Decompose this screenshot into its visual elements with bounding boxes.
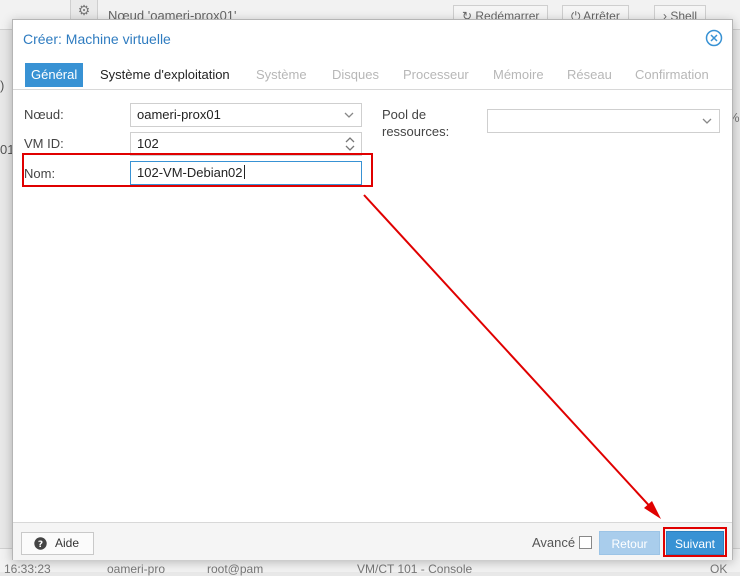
advanced-label: Avancé (532, 535, 576, 550)
log-description: VM/CT 101 - Console (357, 562, 473, 576)
help-label: Aide (55, 536, 80, 550)
tab-system[interactable]: Système (256, 63, 307, 87)
background-fragment: ) (0, 78, 5, 93)
pool-label: Pool de (382, 107, 427, 122)
tab-cpu[interactable]: Processeur (403, 63, 469, 87)
dialog-header: Créer: Machine virtuelle (13, 20, 732, 58)
log-user: root@pam (207, 562, 264, 576)
tab-os[interactable]: Système d'exploitation (100, 63, 230, 87)
close-icon[interactable] (705, 29, 723, 47)
pool-select[interactable] (487, 109, 720, 133)
dialog-footer: ? Aide Avancé Retour Suivant (13, 522, 732, 560)
tab-memory[interactable]: Mémoire (493, 63, 544, 87)
spinner-arrows-icon[interactable] (344, 134, 356, 154)
pool-label-line2: ressources: (382, 124, 450, 139)
tab-general[interactable]: Général (25, 63, 84, 87)
help-icon: ? (34, 537, 47, 550)
tab-confirmation[interactable]: Confirmation (635, 63, 709, 87)
node-value: oameri-prox01 (137, 107, 221, 122)
wizard-tabs: Général Système d'exploitation Système D… (13, 60, 732, 90)
next-highlight-box (663, 527, 727, 557)
log-status: OK (710, 562, 728, 576)
help-button[interactable]: ? Aide (21, 532, 94, 555)
tab-network[interactable]: Réseau (567, 63, 612, 87)
create-vm-dialog: Créer: Machine virtuelle Général Système… (12, 19, 733, 560)
tab-disks[interactable]: Disques (332, 63, 379, 87)
log-node: oameri-pro (107, 562, 166, 576)
chevron-down-icon (344, 112, 354, 118)
node-select[interactable]: oameri-prox01 (130, 103, 362, 127)
log-time: 16:33:23 (4, 562, 51, 576)
back-button[interactable]: Retour (599, 531, 660, 555)
advanced-checkbox[interactable] (579, 536, 592, 549)
name-highlight-box (22, 153, 373, 187)
node-label: Nœud: (24, 107, 64, 122)
svg-text:?: ? (38, 540, 43, 550)
chevron-down-icon (702, 118, 712, 124)
vmid-value: 102 (137, 136, 159, 151)
dialog-title: Créer: Machine virtuelle (23, 31, 171, 47)
vmid-label: VM ID: (24, 136, 64, 151)
